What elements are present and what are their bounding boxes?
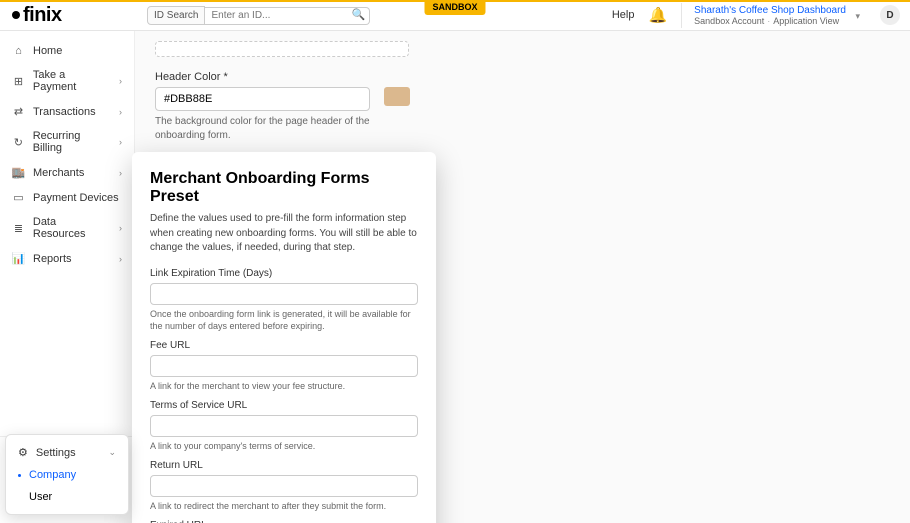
sidebar-item-data[interactable]: ≣ Data Resources › bbox=[0, 210, 134, 246]
header-color-help: The background color for the page header… bbox=[155, 115, 415, 143]
field-help-tos-url: A link to your company's terms of servic… bbox=[150, 440, 418, 452]
field-help-expiration: Once the onboarding form link is generat… bbox=[150, 308, 418, 332]
upload-dropzone[interactable] bbox=[155, 41, 409, 57]
field-label-tos-url: Terms of Service URL bbox=[150, 400, 418, 411]
chevron-right-icon: › bbox=[119, 168, 122, 178]
settings-label: Settings bbox=[36, 447, 76, 459]
account-name: Sharath's Coffee Shop Dashboard bbox=[694, 5, 846, 16]
header-color-input[interactable] bbox=[155, 87, 370, 111]
data-icon: ≣ bbox=[12, 222, 25, 235]
gear-icon: ⚙ bbox=[18, 446, 28, 459]
account-switcher[interactable]: Sharath's Coffee Shop Dashboard Sandbox … bbox=[681, 3, 864, 28]
card-icon: ⊞ bbox=[12, 75, 25, 88]
settings-item-label: Company bbox=[29, 469, 76, 481]
field-label-fee-url: Fee URL bbox=[150, 340, 418, 351]
chevron-right-icon: › bbox=[119, 254, 122, 264]
sidebar-item-devices[interactable]: ▭ Payment Devices bbox=[0, 185, 134, 210]
onboarding-preset-modal: Merchant Onboarding Forms Preset Define … bbox=[132, 152, 436, 523]
brand-logo: finix bbox=[0, 4, 135, 27]
sidebar-item-label: Merchants bbox=[33, 167, 84, 179]
modal-intro: Define the values used to pre-fill the f… bbox=[150, 212, 418, 256]
settings-item-label: User bbox=[29, 491, 52, 503]
sidebar-item-transactions[interactable]: ⇄ Transactions › bbox=[0, 99, 134, 124]
return-url-input[interactable] bbox=[150, 475, 418, 497]
chevron-right-icon: › bbox=[119, 137, 122, 147]
chevron-down-icon: ▾ bbox=[855, 11, 860, 22]
search-icon[interactable]: 🔍 bbox=[352, 8, 366, 21]
chevron-right-icon: › bbox=[119, 223, 122, 233]
chevron-right-icon: › bbox=[119, 107, 122, 117]
brand-name: finix bbox=[23, 4, 62, 27]
sidebar-item-label: Home bbox=[33, 45, 62, 57]
field-label-expiration: Link Expiration Time (Days) bbox=[150, 268, 418, 279]
account-subline: Sandbox Account·Application View bbox=[694, 16, 846, 26]
sidebar-item-home[interactable]: ⌂ Home bbox=[0, 39, 134, 63]
field-help-return-url: A link to redirect the merchant to after… bbox=[150, 500, 418, 512]
store-icon: 🏬 bbox=[12, 166, 25, 179]
reports-icon: 📊 bbox=[12, 252, 25, 265]
chevron-right-icon: ⌄ bbox=[108, 447, 116, 458]
sandbox-tag: SANDBOX bbox=[424, 0, 485, 15]
field-help-fee-url: A link for the merchant to view your fee… bbox=[150, 380, 418, 392]
sidebar-item-merchants[interactable]: 🏬 Merchants › bbox=[0, 160, 134, 185]
header-color-swatch[interactable] bbox=[384, 87, 410, 106]
tos-url-input[interactable] bbox=[150, 415, 418, 437]
sidebar-item-label: Payment Devices bbox=[33, 192, 119, 204]
header-color-label: Header Color * bbox=[155, 71, 890, 83]
settings-company[interactable]: Company bbox=[6, 464, 128, 486]
fee-url-input[interactable] bbox=[150, 355, 418, 377]
sidebar-item-take-payment[interactable]: ⊞ Take a Payment › bbox=[0, 63, 134, 99]
search-input[interactable] bbox=[205, 7, 370, 25]
sidebar-item-reports[interactable]: 📊 Reports › bbox=[0, 246, 134, 271]
modal-title: Merchant Onboarding Forms Preset bbox=[150, 170, 418, 206]
sidebar-item-label: Transactions bbox=[33, 106, 96, 118]
expiration-input[interactable] bbox=[150, 283, 418, 305]
sidebar-item-label: Recurring Billing bbox=[33, 130, 111, 154]
sidebar-item-label: Data Resources bbox=[33, 216, 111, 240]
sidebar-item-recurring[interactable]: ↻ Recurring Billing › bbox=[0, 124, 134, 160]
notifications-icon[interactable]: 🔔 bbox=[648, 6, 667, 24]
search-id-badge: ID Search bbox=[147, 6, 205, 25]
help-link[interactable]: Help bbox=[612, 9, 635, 21]
active-dot-icon bbox=[18, 474, 21, 477]
avatar[interactable]: D bbox=[880, 5, 900, 25]
sidebar-item-label: Reports bbox=[33, 253, 72, 265]
home-icon: ⌂ bbox=[12, 45, 25, 57]
device-icon: ▭ bbox=[12, 191, 25, 204]
topbar: finix ID Search 🔍 SANDBOX Help 🔔 Sharath… bbox=[0, 0, 910, 31]
settings-user[interactable]: User bbox=[6, 486, 128, 508]
settings-popover: ⚙ Settings ⌄ Company User bbox=[5, 434, 129, 515]
recurring-icon: ↻ bbox=[12, 136, 25, 149]
field-label-return-url: Return URL bbox=[150, 460, 418, 471]
settings-popover-header[interactable]: ⚙ Settings ⌄ bbox=[6, 441, 128, 464]
chevron-right-icon: › bbox=[119, 76, 122, 86]
transactions-icon: ⇄ bbox=[12, 105, 25, 118]
sidebar-item-label: Take a Payment bbox=[33, 69, 111, 93]
